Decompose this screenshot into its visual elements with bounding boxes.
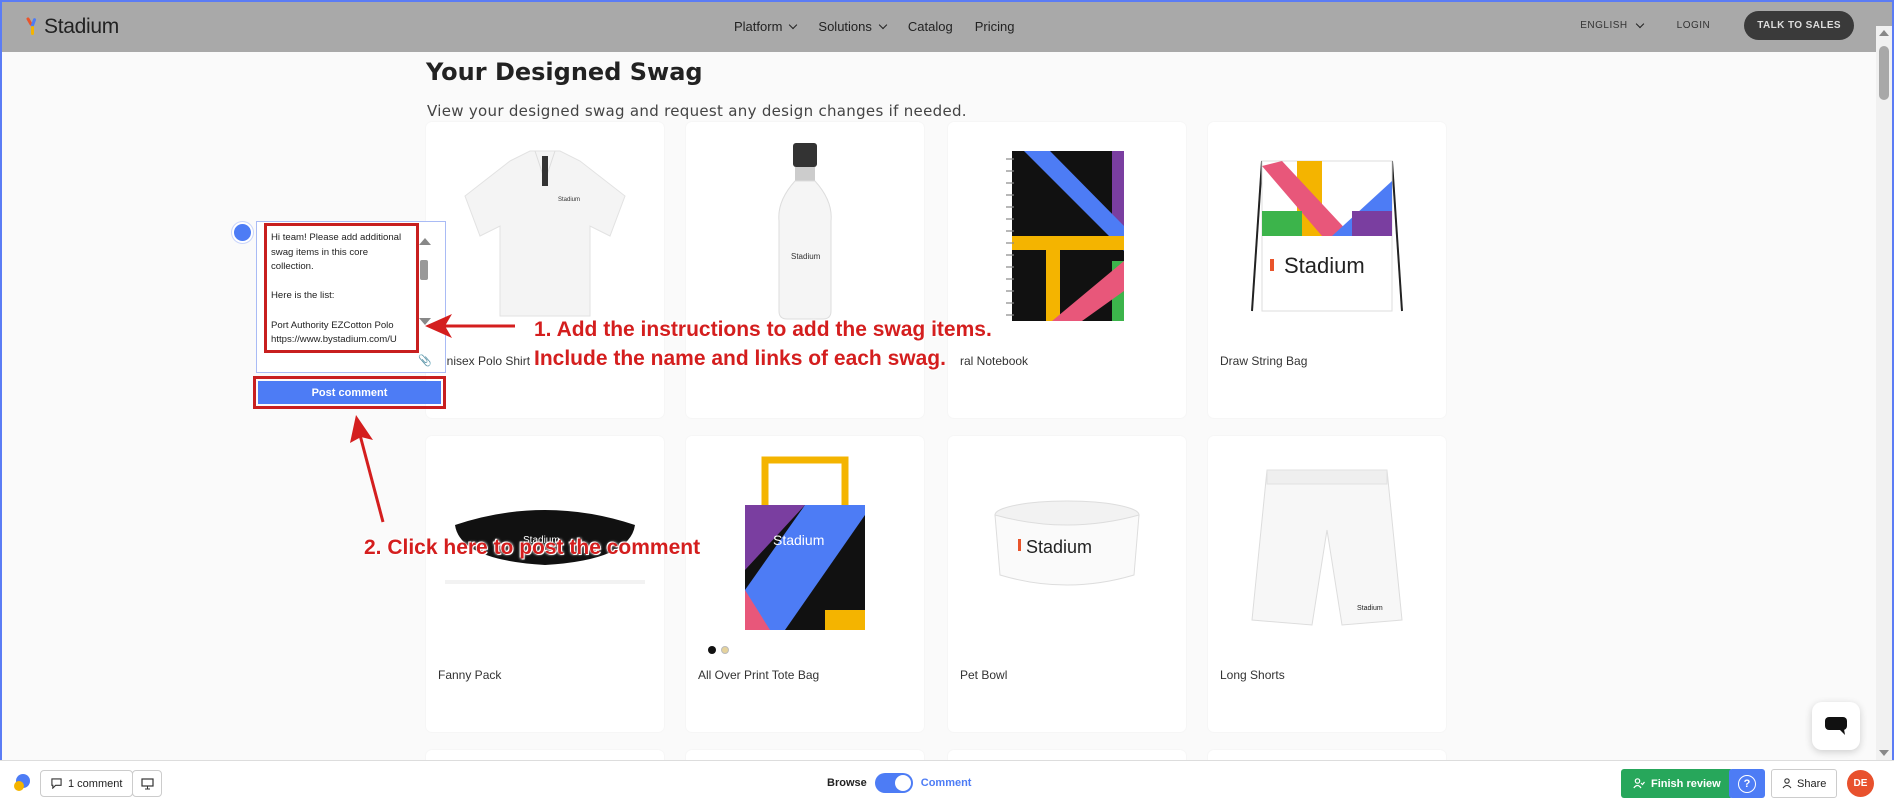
svg-text:Stadium: Stadium [791,252,821,261]
review-app-logo[interactable] [12,773,32,793]
product-name: Draw String Bag [1220,354,1308,368]
top-navigation: Stadium Platform Solutions Catalog Prici… [2,2,1892,52]
product-card[interactable]: Stadium Draw String Bag [1208,122,1446,418]
talk-to-sales-button[interactable]: TALK TO SALES [1744,11,1854,40]
scroll-down-icon[interactable] [419,318,431,325]
product-card[interactable] [948,750,1186,760]
chevron-down-icon [1635,19,1644,28]
toggle-knob [894,775,911,791]
nav-platform-label: Platform [734,19,783,34]
user-check-icon [1633,778,1645,789]
brand-name: Stadium [44,15,119,38]
svg-text:Stadium: Stadium [558,197,580,203]
svg-text:Stadium: Stadium [773,532,824,548]
chat-widget-button[interactable] [1812,702,1860,750]
page-subtitle: View your designed swag and request any … [427,102,967,120]
product-name: All Over Print Tote Bag [698,668,820,682]
browser-viewport: Stadium Platform Solutions Catalog Prici… [0,0,1894,760]
product-card[interactable] [426,750,664,760]
nav-solutions[interactable]: Solutions [818,19,888,34]
nav-right-group: ENGLISH LOGIN TALK TO SALES [1580,11,1854,40]
finish-review-button[interactable]: Finish review [1621,769,1733,798]
page-scrollbar[interactable] [1876,26,1892,760]
nav-platform[interactable]: Platform [734,19,798,34]
chevron-down-icon [789,20,798,29]
nav-catalog[interactable]: Catalog [908,19,953,34]
svg-text:Stadium: Stadium [1026,537,1092,557]
browse-mode-label[interactable]: Browse [827,777,867,789]
notebook-image [962,136,1172,326]
stadium-logo-icon [25,16,38,37]
shorts-image: Stadium [1222,450,1432,640]
help-button[interactable]: ? [1729,769,1765,798]
chevron-down-icon [878,20,888,29]
login-link[interactable]: LOGIN [1677,20,1711,31]
monitor-icon [140,777,154,789]
drawstring-bag-image: Stadium [1222,136,1432,326]
product-card[interactable]: Stadium [686,122,924,418]
chat-icon [1825,717,1847,735]
nav-pricing-label: Pricing [974,19,1015,34]
paperclip-icon[interactable]: 📎 [418,354,432,367]
product-card[interactable] [1208,750,1446,760]
scroll-up-icon[interactable] [419,238,431,245]
scrollbar-thumb[interactable] [420,260,428,280]
stadium-logo[interactable]: Stadium [25,15,119,39]
finish-review-label: Finish review [1651,777,1721,790]
user-icon [1782,778,1792,789]
comment-scrollbar[interactable] [417,234,431,329]
product-card[interactable]: Stadium All Over Print Tote Bag [686,436,924,732]
mode-switch: Browse Comment [827,773,971,793]
nav-catalog-label: Catalog [907,19,953,34]
product-name: Fanny Pack [438,668,502,682]
share-button[interactable]: Share [1771,769,1838,798]
product-card[interactable]: ral Notebook [948,122,1186,418]
post-comment-button[interactable]: Post comment [258,381,441,404]
page-title: Your Designed Swag [426,58,703,86]
language-label: ENGLISH [1580,20,1628,31]
polo-shirt-image: Stadium [440,136,650,326]
main-menu: Platform Solutions Catalog Pricing [734,19,1014,34]
device-preview-button[interactable] [132,770,162,797]
user-avatar[interactable]: DE [1847,770,1874,797]
scroll-down-icon[interactable] [1879,750,1889,756]
product-card[interactable]: Stadium Long Shorts [1208,436,1446,732]
comments-count-button[interactable]: 1 comment [40,770,134,797]
product-card[interactable]: Stadium Unisex Polo Shirt [426,122,664,418]
svg-text:Stadium: Stadium [1284,253,1365,278]
nav-solutions-label: Solutions [818,19,872,34]
product-name: Unisex Polo Shirt [438,354,531,368]
product-card[interactable]: Stadium Fanny Pack [426,436,664,732]
browse-comment-toggle[interactable] [874,773,913,793]
comment-mode-label[interactable]: Comment [921,777,972,789]
tote-bag-image: Stadium [700,450,910,654]
scroll-up-icon[interactable] [1879,30,1889,36]
language-selector[interactable]: ENGLISH [1580,19,1644,31]
review-toolbar: 1 comment Browse Comment Finish review ?… [0,760,1894,805]
pet-bowl-image: Stadium [962,450,1172,640]
color-swatch-tan[interactable] [721,646,729,654]
instruction-step-1-line-2: Include the name and links of each swag. [534,347,946,370]
color-swatch-black[interactable] [708,646,716,654]
comment-icon [51,778,62,789]
question-mark-icon: ? [1738,774,1756,793]
product-card[interactable]: Stadium Pet Bowl [948,436,1186,732]
product-card[interactable] [686,750,924,760]
comments-count-label: 1 comment [68,777,123,790]
scrollbar-thumb[interactable] [1879,46,1889,100]
instruction-step-1-line-1: 1. Add the instructions to add the swag … [534,318,992,341]
comment-textarea[interactable]: Hi team! Please add additional swag item… [264,223,419,353]
nav-pricing[interactable]: Pricing [975,19,1015,34]
product-name: Pet Bowl [960,668,1008,682]
svg-text:Stadium: Stadium [1357,605,1383,612]
share-label: Share [1797,777,1827,790]
instruction-step-1: 1. Add the instructions to add the swag … [534,315,992,373]
product-name: Long Shorts [1220,668,1285,682]
comment-pin[interactable] [232,222,253,243]
water-bottle-image: Stadium [700,136,910,326]
instruction-step-2: 2. Click here to post the comment [364,536,701,559]
